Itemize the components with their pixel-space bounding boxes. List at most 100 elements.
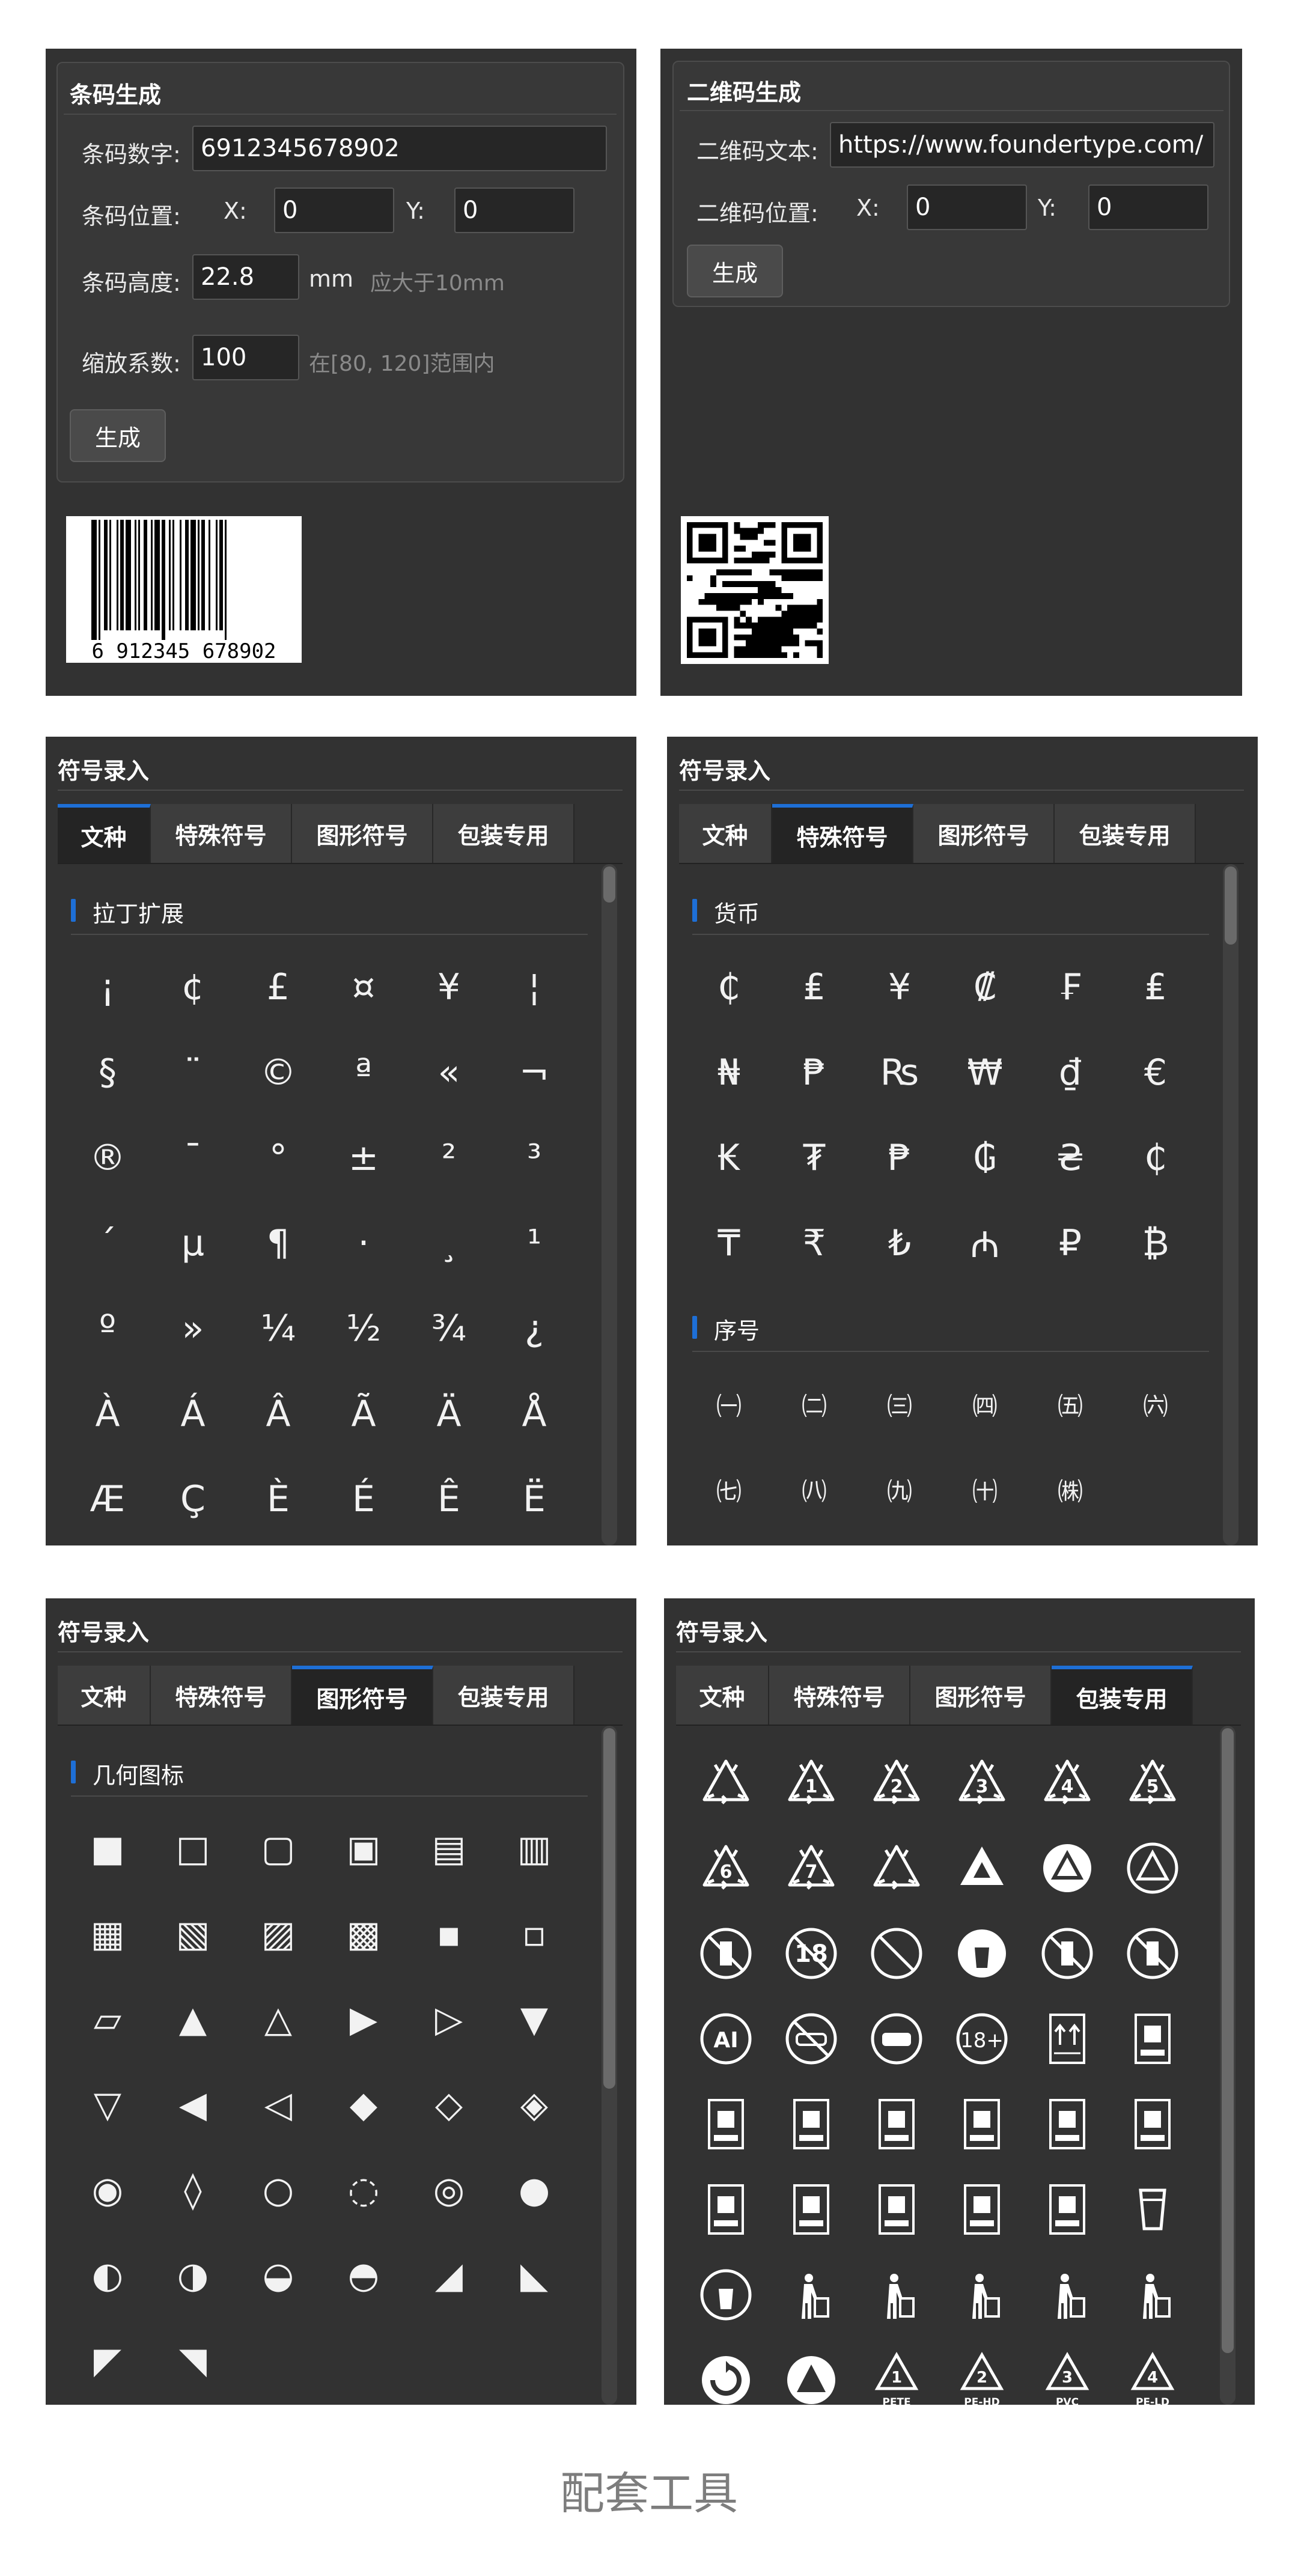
glyph-cell[interactable]: © [236, 1030, 321, 1115]
fragile-icon[interactable] [1110, 1996, 1195, 2081]
glyph-cell[interactable]: § [65, 1030, 150, 1115]
glyph-cell[interactable]: ₵ [686, 945, 772, 1030]
latin-scrollbar[interactable] [602, 864, 617, 1545]
qrcode-text-input[interactable]: https://www.foundertype.com/ [830, 122, 1214, 168]
pvc-icon[interactable]: 3 PVC [1025, 2337, 1110, 2405]
glyph-cell[interactable]: ₮ [772, 1115, 857, 1201]
glyph-cell[interactable]: ¡ [65, 945, 150, 1030]
glyph-cell[interactable]: ◇ [406, 2062, 492, 2148]
tab-packaging[interactable]: 包装专用 [433, 1666, 574, 1725]
glyph-cell[interactable]: ¥ [406, 945, 492, 1030]
glyph-cell[interactable]: ㈣ [942, 1362, 1028, 1447]
glyph-cell[interactable]: ¼ [236, 1286, 321, 1371]
pe-hd-icon[interactable]: 2 PE-HD [939, 2337, 1025, 2405]
latin-scroll-thumb[interactable] [603, 866, 615, 903]
glyph-cell[interactable]: ■ [65, 1806, 150, 1892]
recycle-circle-icon[interactable] [1025, 1825, 1110, 1911]
glyph-cell[interactable]: ▢ [236, 1806, 321, 1892]
person-bin-2-icon[interactable] [854, 2252, 939, 2337]
glyph-cell[interactable]: ³ [492, 1115, 577, 1201]
qrcode-x-input[interactable]: 0 [907, 184, 1027, 230]
glyph-cell[interactable]: ▱ [65, 1977, 150, 2062]
glyph-cell[interactable]: ® [65, 1115, 150, 1201]
glyph-cell[interactable]: Æ [65, 1457, 150, 1542]
no-under-18-icon[interactable]: 18 [769, 1911, 854, 1996]
glyph-cell[interactable]: È [236, 1457, 321, 1542]
tab-packaging[interactable]: 包装专用 [1052, 1666, 1193, 1725]
glyph-cell[interactable]: € [1113, 1030, 1198, 1115]
glyph-cell[interactable]: ° [236, 1115, 321, 1201]
tab-graphic[interactable]: 图形符号 [292, 804, 433, 863]
glyph-cell[interactable]: ₤ [772, 945, 857, 1030]
glyph-cell[interactable]: ₡ [942, 945, 1028, 1030]
glyph-cell[interactable]: ¬ [492, 1030, 577, 1115]
glyph-cell[interactable]: Ë [492, 1457, 577, 1542]
recycle-3-icon[interactable]: 3 [939, 1740, 1025, 1825]
glyph-cell[interactable]: ㈦ [686, 1447, 772, 1532]
glyph-cell[interactable]: ◀ [150, 2062, 236, 2148]
glyph-cell[interactable]: ▧ [150, 1892, 236, 1977]
glyph-cell[interactable]: ▦ [65, 1892, 150, 1977]
glyph-cell[interactable]: ₨ [857, 1030, 942, 1115]
glyph-cell[interactable]: ¾ [406, 1286, 492, 1371]
glyph-cell[interactable]: ▼ [492, 1977, 577, 2062]
tab-script[interactable]: 文种 [676, 1666, 769, 1725]
glyph-cell[interactable]: Á [150, 1371, 236, 1457]
glyph-cell[interactable]: Å [492, 1371, 577, 1457]
glyph-cell[interactable]: ◥ [150, 2318, 236, 2404]
person-bin-4-icon[interactable] [1025, 2252, 1110, 2337]
tab-special[interactable]: 特殊符号 [151, 804, 292, 863]
geometric-scrollbar[interactable] [602, 1726, 617, 2405]
qrcode-y-input[interactable]: 0 [1088, 184, 1208, 230]
glyph-cell[interactable]: ¿ [492, 1286, 577, 1371]
glyph-cell[interactable]: ª [321, 1030, 406, 1115]
glyph-cell[interactable]: ₩ [942, 1030, 1028, 1115]
glyph-cell[interactable]: △ [236, 1977, 321, 2062]
glyph-cell[interactable]: ¸ [406, 1201, 492, 1286]
glyph-cell[interactable]: ₴ [1028, 1115, 1113, 1201]
glyph-cell[interactable]: ± [321, 1115, 406, 1201]
glyph-cell[interactable]: ㈩ [942, 1447, 1028, 1532]
glyph-cell[interactable]: ¦ [492, 945, 577, 1030]
glyph-cell[interactable]: ㈱ [1028, 1447, 1113, 1532]
tab-script[interactable]: 文种 [58, 804, 151, 863]
recycle-1-icon[interactable]: 1 [769, 1740, 854, 1825]
glyph-cell[interactable]: ₱ [772, 1030, 857, 1115]
glyph-cell[interactable]: ㈤ [1028, 1362, 1113, 1447]
glyph-cell[interactable]: « [406, 1030, 492, 1115]
special-scroll-thumb[interactable] [1225, 866, 1237, 945]
glyph-cell[interactable]: ▤ [406, 1806, 492, 1892]
clamp-2-icon[interactable] [1110, 2081, 1195, 2167]
packaging-scrollbar[interactable] [1220, 1726, 1236, 2405]
recycle-5-icon[interactable]: 5 [1110, 1740, 1195, 1825]
glyph-cell[interactable]: ◌ [321, 2148, 406, 2233]
tab-graphic[interactable]: 图形符号 [292, 1666, 433, 1725]
glyph-cell[interactable]: ㈨ [857, 1447, 942, 1532]
glyph-cell[interactable]: □ [150, 1806, 236, 1892]
tab-packaging[interactable]: 包装专用 [433, 804, 574, 863]
bin-circle-icon[interactable] [683, 2252, 769, 2337]
tab-special[interactable]: 特殊符号 [151, 1666, 292, 1725]
flammable-icon[interactable] [769, 2081, 854, 2167]
glyph-cell[interactable]: ○ [236, 2148, 321, 2233]
barcode-generate-button[interactable]: 生成 [70, 409, 166, 462]
glyph-cell[interactable]: ₫ [1028, 1030, 1113, 1115]
prohibited-icon[interactable] [854, 1911, 939, 1996]
age-18-plus-icon[interactable]: 18+ [939, 1996, 1025, 2081]
packaging-scroll-thumb[interactable] [1222, 1728, 1234, 2353]
glyph-cell[interactable]: ◎ [406, 2148, 492, 2233]
glyph-cell[interactable]: ◈ [492, 2062, 577, 2148]
glyph-cell[interactable]: ¨ [150, 1030, 236, 1115]
glyph-cell[interactable]: ▫ [492, 1892, 577, 1977]
glyph-cell[interactable]: ◣ [492, 2233, 577, 2318]
recycle-2-icon[interactable]: 2 [854, 1740, 939, 1825]
glyph-cell[interactable]: ▥ [492, 1806, 577, 1892]
stack-limit-icon[interactable] [854, 2167, 939, 2252]
pete-icon[interactable]: 1 PETE [854, 2337, 939, 2405]
glyph-cell[interactable]: ¯ [150, 1115, 236, 1201]
glyph-cell[interactable]: ² [406, 1115, 492, 1201]
glyph-cell[interactable]: ▽ [65, 2062, 150, 2148]
glyph-cell[interactable]: ◐ [65, 2233, 150, 2318]
recycle-blank-icon[interactable] [854, 1825, 939, 1911]
person-bin-3-icon[interactable] [939, 2252, 1025, 2337]
